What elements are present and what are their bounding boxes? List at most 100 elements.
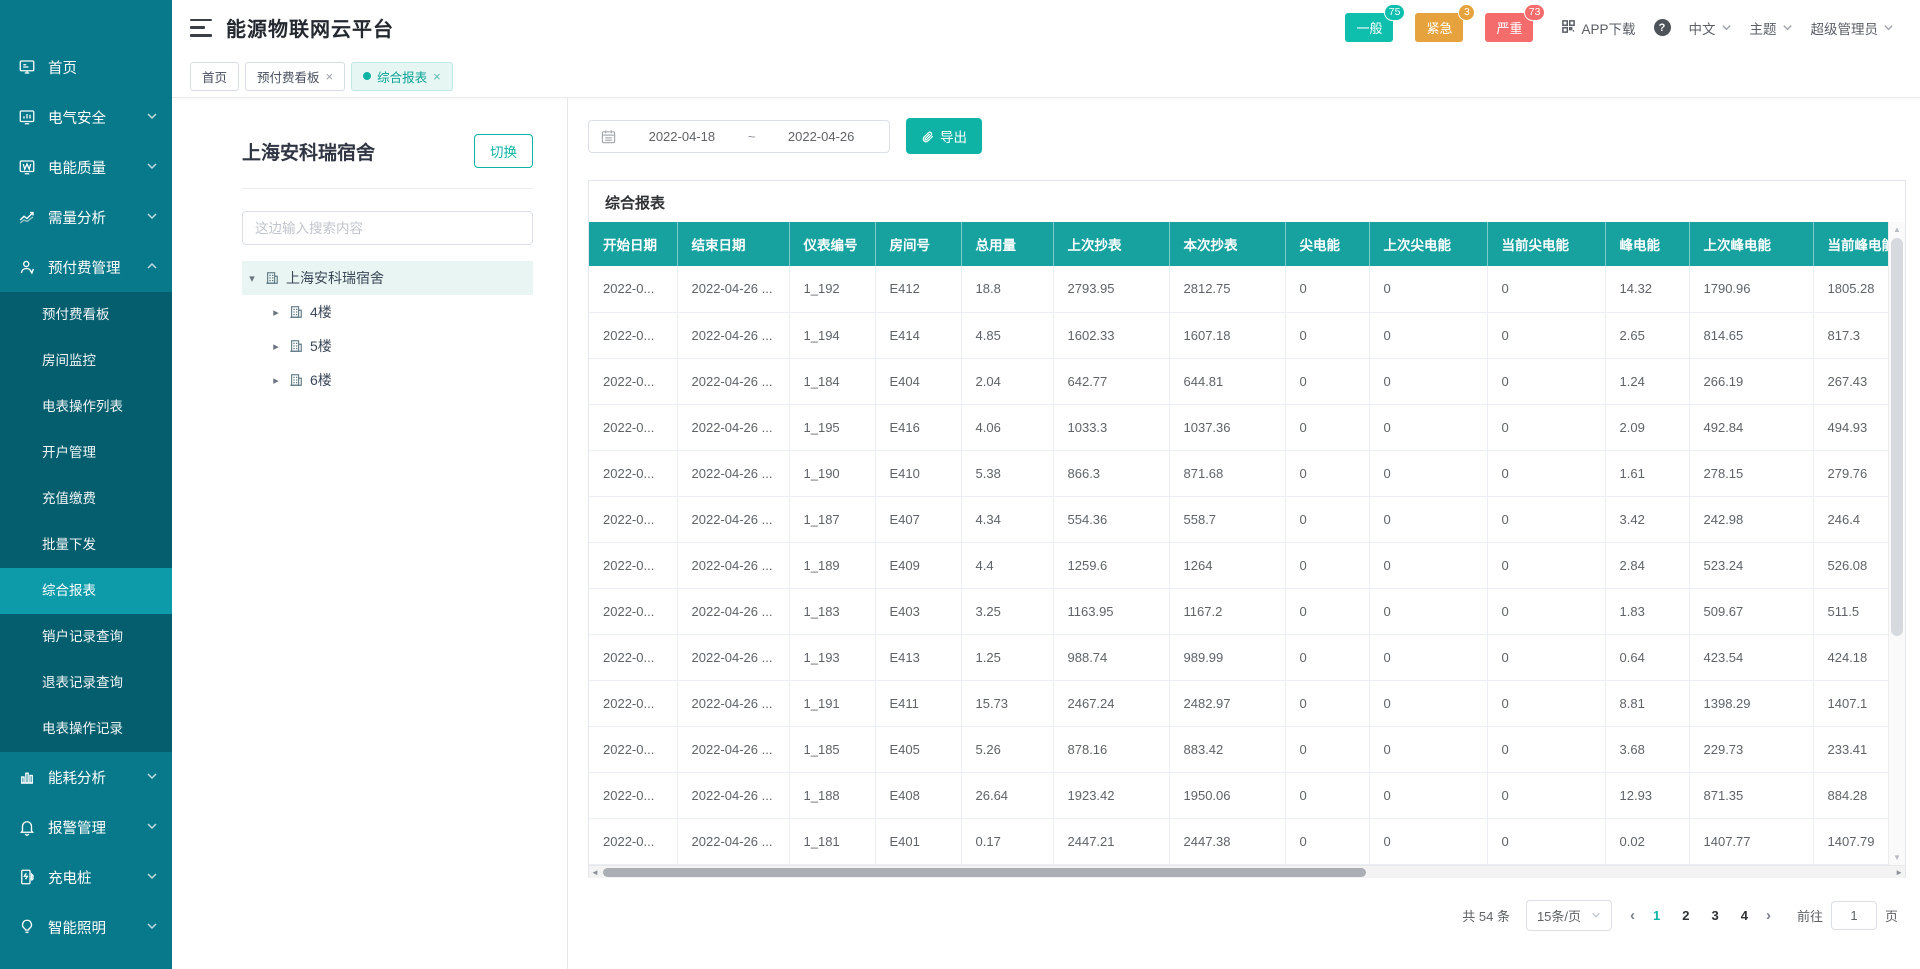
- sidebar-item-开户管理[interactable]: 开户管理: [0, 430, 172, 476]
- sidebar-item-电气安全[interactable]: 电气安全: [0, 92, 172, 142]
- table-row[interactable]: 2022-0...2022-04-26 ...1_188E40826.64192…: [589, 772, 1888, 818]
- table-cell: 1_191: [789, 680, 875, 726]
- table-row[interactable]: 2022-0...2022-04-26 ...1_185E4055.26878.…: [589, 726, 1888, 772]
- table-cell: 0: [1487, 404, 1605, 450]
- tree-node-6楼[interactable]: ▸6楼: [266, 363, 533, 397]
- caret-right-icon[interactable]: ▸: [270, 306, 282, 319]
- export-button[interactable]: 导出: [906, 118, 982, 154]
- tree-node-root[interactable]: ▾ 上海安科瑞宿舍: [242, 261, 533, 295]
- prev-page-button[interactable]: ‹: [1626, 907, 1639, 924]
- table-cell: 2022-04-26 ...: [677, 542, 789, 588]
- user-menu[interactable]: 超级管理员: [1811, 18, 1895, 38]
- page-button-3[interactable]: 3: [1712, 908, 1719, 923]
- scroll-down-icon[interactable]: ▼: [1889, 853, 1905, 862]
- table-cell: 2.09: [1605, 404, 1689, 450]
- page-button-4[interactable]: 4: [1741, 908, 1748, 923]
- table-cell: 2022-0...: [589, 542, 677, 588]
- alarm-chip-一般[interactable]: 一般75: [1345, 13, 1393, 42]
- tab-首页[interactable]: 首页: [190, 62, 239, 91]
- app-download-button[interactable]: APP下载: [1561, 18, 1635, 38]
- sidebar-item-报警管理[interactable]: 报警管理: [0, 802, 172, 852]
- date-end[interactable]: 2022-04-26: [765, 129, 877, 144]
- language-selector[interactable]: 中文: [1689, 18, 1732, 38]
- table-row[interactable]: 2022-0...2022-04-26 ...1_193E4131.25988.…: [589, 634, 1888, 680]
- tree-node-4楼[interactable]: ▸4楼: [266, 295, 533, 329]
- help-icon[interactable]: ?: [1654, 19, 1671, 36]
- sidebar-item-充电桩[interactable]: 充电桩: [0, 852, 172, 902]
- column-header-结束日期: 结束日期: [677, 222, 789, 266]
- content: 上海安科瑞宿舍 切换 ▾ 上海安科瑞宿舍 ▸4楼▸5楼▸6楼: [172, 98, 1920, 969]
- close-icon[interactable]: ×: [326, 70, 334, 83]
- next-page-button[interactable]: ›: [1762, 907, 1775, 924]
- column-header-总用量: 总用量: [961, 222, 1053, 266]
- scroll-up-icon[interactable]: ▲: [1889, 225, 1905, 234]
- sidebar-item-预付费看板[interactable]: 预付费看板: [0, 292, 172, 338]
- sidebar-item-电表操作记录[interactable]: 电表操作记录: [0, 706, 172, 752]
- table-cell: 1805.28: [1813, 266, 1888, 312]
- caret-right-icon[interactable]: ▸: [270, 340, 282, 353]
- caret-down-icon[interactable]: ▾: [246, 272, 258, 285]
- sidebar-item-电表操作列表[interactable]: 电表操作列表: [0, 384, 172, 430]
- table-cell: 0: [1369, 634, 1487, 680]
- date-range-picker[interactable]: 2022-04-18 ~ 2022-04-26: [588, 120, 890, 153]
- table-cell: E416: [875, 404, 961, 450]
- alarm-chip-紧急[interactable]: 紧急3: [1415, 13, 1463, 42]
- horizontal-scrollbar[interactable]: ◄ ►: [589, 865, 1905, 878]
- scroll-right-icon[interactable]: ►: [1895, 866, 1903, 879]
- alarm-chip-严重[interactable]: 严重73: [1485, 13, 1533, 42]
- sidebar-item-充值缴费[interactable]: 充值缴费: [0, 476, 172, 522]
- vertical-scrollbar[interactable]: ▲ ▼: [1888, 222, 1905, 865]
- sidebar-item-智能照明[interactable]: 智能照明: [0, 902, 172, 952]
- alarm-count-badge: 3: [1458, 4, 1475, 21]
- sidebar-item-需量分析[interactable]: 需量分析: [0, 192, 172, 242]
- sidebar-item-首页[interactable]: 首页: [0, 42, 172, 92]
- alarm-icon: [18, 817, 38, 837]
- table-row[interactable]: 2022-0...2022-04-26 ...1_190E4105.38866.…: [589, 450, 1888, 496]
- page-button-2[interactable]: 2: [1682, 908, 1689, 923]
- page-size-select[interactable]: 15条/页: [1526, 900, 1612, 931]
- sidebar-item-退表记录查询[interactable]: 退表记录查询: [0, 660, 172, 706]
- close-icon[interactable]: ×: [433, 70, 441, 83]
- collapse-menu-icon[interactable]: [190, 19, 212, 37]
- home-icon: [18, 57, 38, 77]
- caret-right-icon[interactable]: ▸: [270, 374, 282, 387]
- table-row[interactable]: 2022-0...2022-04-26 ...1_192E41218.82793…: [589, 266, 1888, 312]
- page-button-1[interactable]: 1: [1653, 908, 1660, 923]
- switch-button[interactable]: 切换: [474, 134, 533, 168]
- tree-node-5楼[interactable]: ▸5楼: [266, 329, 533, 363]
- table-cell: 2022-0...: [589, 450, 677, 496]
- column-header-当前尖电能: 当前尖电能: [1487, 222, 1605, 266]
- goto-page-input[interactable]: [1831, 901, 1877, 930]
- table-cell: 988.74: [1053, 634, 1169, 680]
- sidebar-item-能耗分析[interactable]: 能耗分析: [0, 752, 172, 802]
- table-row[interactable]: 2022-0...2022-04-26 ...1_195E4164.061033…: [589, 404, 1888, 450]
- table-cell: 871.35: [1689, 772, 1813, 818]
- vertical-scrollbar-thumb[interactable]: [1891, 238, 1903, 636]
- date-start[interactable]: 2022-04-18: [626, 129, 738, 144]
- table-row[interactable]: 2022-0...2022-04-26 ...1_194E4144.851602…: [589, 312, 1888, 358]
- tree-search-input[interactable]: [242, 211, 533, 245]
- table-cell: 15.73: [961, 680, 1053, 726]
- sidebar-item-销户记录查询[interactable]: 销户记录查询: [0, 614, 172, 660]
- sidebar-item-预付费管理[interactable]: 预付费管理: [0, 242, 172, 292]
- chevron-down-icon: [146, 820, 160, 834]
- tab-预付费看板[interactable]: 预付费看板×: [245, 62, 345, 91]
- horizontal-scrollbar-thumb[interactable]: [603, 868, 1366, 877]
- table-row[interactable]: 2022-0...2022-04-26 ...1_187E4074.34554.…: [589, 496, 1888, 542]
- table-row[interactable]: 2022-0...2022-04-26 ...1_184E4042.04642.…: [589, 358, 1888, 404]
- sidebar-item-综合报表[interactable]: 综合报表: [0, 568, 172, 614]
- table-cell: 2022-04-26 ...: [677, 266, 789, 312]
- sidebar-item-房间监控[interactable]: 房间监控: [0, 338, 172, 384]
- tab-综合报表[interactable]: 综合报表×: [351, 62, 453, 91]
- table-row[interactable]: 2022-0...2022-04-26 ...1_191E41115.73246…: [589, 680, 1888, 726]
- sidebar-item-label: 预付费管理: [48, 257, 146, 278]
- table-row[interactable]: 2022-0...2022-04-26 ...1_189E4094.41259.…: [589, 542, 1888, 588]
- sidebar-item-批量下发[interactable]: 批量下发: [0, 522, 172, 568]
- theme-selector[interactable]: 主题: [1750, 18, 1793, 38]
- table-row[interactable]: 2022-0...2022-04-26 ...1_181E4010.172447…: [589, 818, 1888, 864]
- topbar-right: 一般75 紧急3 严重73 APP下载 ? 中文 主题 超级管理员: [1345, 13, 1894, 42]
- sidebar-item-电能质量[interactable]: 电能质量: [0, 142, 172, 192]
- table-cell: 0: [1369, 726, 1487, 772]
- table-row[interactable]: 2022-0...2022-04-26 ...1_183E4033.251163…: [589, 588, 1888, 634]
- scroll-left-icon[interactable]: ◄: [591, 866, 599, 879]
